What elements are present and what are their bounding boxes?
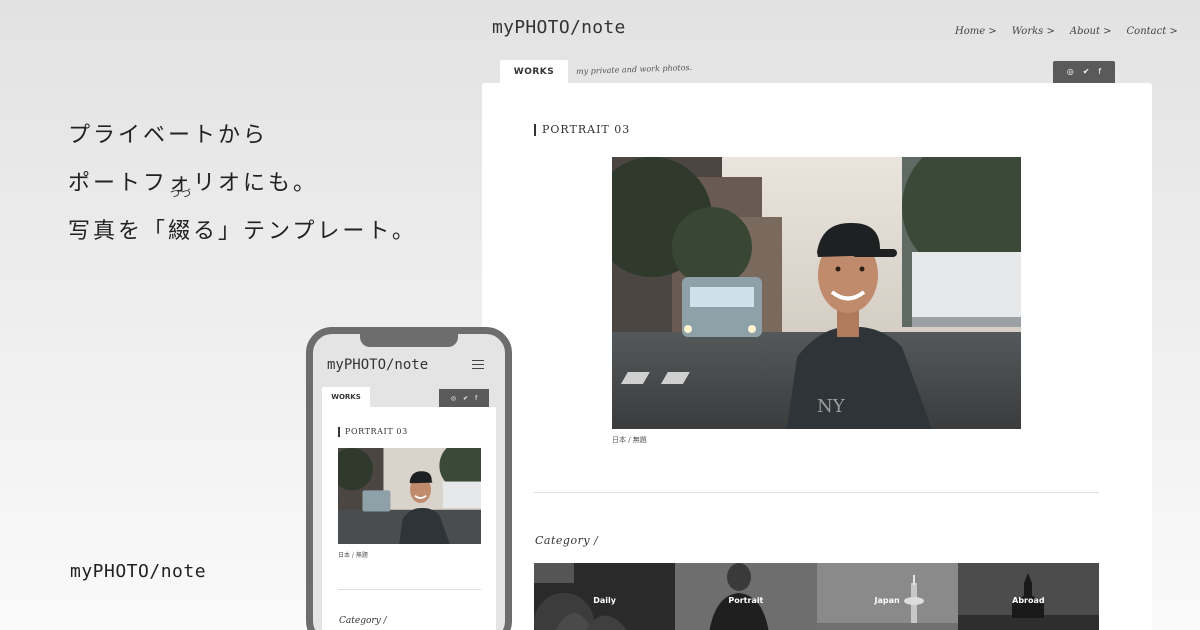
nav-home[interactable]: Home > [955,26,997,37]
headline-kanji: 綴 [168,219,194,244]
category-japan[interactable]: Japan [816,563,958,630]
twitter-icon[interactable]: ✔ [1083,68,1090,76]
phone-tab-works[interactable]: WORKS [322,387,370,407]
category-portrait[interactable]: Portrait [675,563,817,630]
phone-notch [360,327,458,347]
nav-works[interactable]: Works > [1012,26,1055,37]
headline-line-3: 写真を「 つづ 綴る」テンプレート。 [68,190,448,256]
photo-caption: 日本 / 無題 [612,436,647,444]
hero-headline: プライベートから ポートフォリオにも。 写真を「 つづ 綴る」テンプレート。 [68,112,448,256]
portrait-photo-image: NY [612,157,1021,429]
site-tagline: my private and work photos. [575,62,693,77]
category-grid: Daily Portrait Japan Abroad [534,563,1099,630]
phone-instagram-icon[interactable]: ◎ [451,395,456,402]
headline-line-1: プライベートから [68,123,269,148]
phone-category-heading: Category / [339,616,387,626]
main-nav: Home > Works > About > Contact > [955,26,1178,37]
post-title: PORTRAIT 03 [534,124,630,136]
headline-ruby-kanji: つづ綴 [168,190,194,256]
phone-portrait-photo-image [338,448,481,544]
headline-ruby: つづ [170,189,193,200]
category-abroad[interactable]: Abroad [957,563,1099,630]
phone-post-title: PORTRAIT 03 [338,427,408,437]
svg-text:NY: NY [817,396,846,417]
phone-facebook-icon[interactable]: f [475,395,477,402]
headline-line-3-prefix: 写真を「 [68,219,169,244]
headline-line-2: ポートフォリオにも。 [68,171,319,196]
category-label-portrait: Portrait [728,596,764,605]
phone-site-logo[interactable]: myPHOTO/note [327,357,428,373]
brand-logo-bottom: myPHOTO/note [70,561,207,582]
instagram-icon[interactable]: ◎ [1067,68,1074,76]
nav-about[interactable]: About > [1070,26,1112,37]
site-logo[interactable]: myPHOTO/note [492,17,626,38]
headline-line-3-suffix: る」テンプレート。 [193,219,417,244]
nav-contact[interactable]: Contact > [1127,26,1178,37]
phone-twitter-icon[interactable]: ✔ [463,395,468,402]
hamburger-menu-icon[interactable] [472,360,484,369]
tab-works[interactable]: WORKS [500,60,568,84]
facebook-icon[interactable]: f [1098,68,1101,76]
phone-divider [338,589,481,590]
category-label-abroad: Abroad [1012,596,1045,605]
category-heading: Category / [535,534,599,547]
phone-portrait-photo[interactable] [338,448,481,544]
social-links: ◎ ✔ f [1053,61,1115,83]
phone-photo-caption: 日本 / 無題 [338,552,368,559]
phone-social-links: ◎ ✔ f [439,389,489,407]
category-label-japan: Japan [874,596,900,605]
category-daily[interactable]: Daily [534,563,676,630]
category-label-daily: Daily [593,596,616,605]
portrait-photo[interactable]: NY [612,157,1021,429]
section-divider [534,492,1099,493]
